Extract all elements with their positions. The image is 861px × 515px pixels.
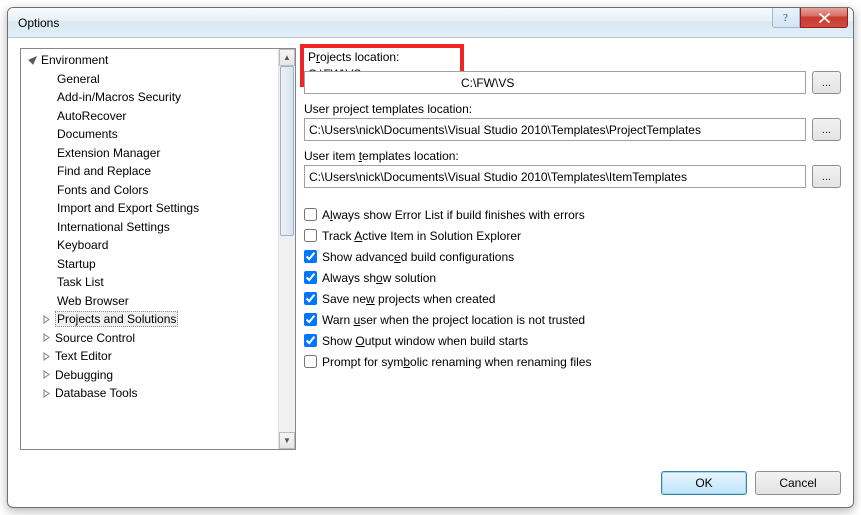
checkbox-row[interactable]: Always show Error List if build finishes… xyxy=(304,204,841,225)
options-dialog: Options ? Environment General Add-in/Macr… xyxy=(7,7,854,508)
tree-scrollbar[interactable]: ▲ ▼ xyxy=(278,49,295,449)
dialog-button-bar: OK Cancel xyxy=(8,463,853,507)
checkbox-row[interactable]: Show advanced build configurations xyxy=(304,246,841,267)
tree-item-label: Startup xyxy=(57,257,96,271)
checkbox-row[interactable]: Track Active Item in Solution Explorer xyxy=(304,225,841,246)
close-button[interactable] xyxy=(800,8,848,28)
expand-icon[interactable] xyxy=(39,368,53,382)
collapse-icon[interactable] xyxy=(25,53,39,67)
checkbox-row[interactable]: Show Output window when build starts xyxy=(304,330,841,351)
tree-item-projects-and-solutions[interactable]: Projects and Solutions xyxy=(21,310,278,329)
checkbox-row[interactable]: Save new projects when created xyxy=(304,288,841,309)
expand-icon[interactable] xyxy=(39,312,53,326)
checkbox[interactable] xyxy=(304,208,317,221)
checkbox-label: Always show solution xyxy=(322,271,436,285)
tree-item-label: General xyxy=(57,72,100,86)
tree-item-env-child[interactable]: Documents xyxy=(21,125,278,144)
projects-location-label: Projects location: xyxy=(308,50,456,64)
svg-text:?: ? xyxy=(783,12,788,23)
tree-item-env-child[interactable]: Add-in/Macros Security xyxy=(21,88,278,107)
scroll-track[interactable] xyxy=(279,66,295,432)
tree-item-label: International Settings xyxy=(57,220,170,234)
tree-item-label: Add-in/Macros Security xyxy=(57,90,181,104)
titlebar: Options ? xyxy=(8,8,853,38)
ok-button[interactable]: OK xyxy=(661,471,747,495)
scroll-up-button[interactable]: ▲ xyxy=(279,49,295,66)
tree-item-label: Documents xyxy=(57,127,118,141)
tree-item-environment[interactable]: Environment xyxy=(21,51,278,70)
tree-item-database-tools[interactable]: Database Tools xyxy=(21,384,278,403)
tree-item-env-child[interactable]: Fonts and Colors xyxy=(21,181,278,200)
tree-item-env-child[interactable]: Find and Replace xyxy=(21,162,278,181)
browse-project-templates-button[interactable]: ... xyxy=(812,118,841,141)
tree-item-env-child[interactable]: International Settings xyxy=(21,218,278,237)
checkbox[interactable] xyxy=(304,271,317,284)
user-project-templates-input[interactable] xyxy=(304,118,806,141)
tree-item-label: Fonts and Colors xyxy=(57,183,148,197)
tree-item-env-child[interactable]: Keyboard xyxy=(21,236,278,255)
checkbox[interactable] xyxy=(304,313,317,326)
tree-item-env-child[interactable]: Import and Export Settings xyxy=(21,199,278,218)
tree-item-source-control[interactable]: Source Control xyxy=(21,329,278,348)
checkbox-row[interactable]: Always show solution xyxy=(304,267,841,288)
tree-item-env-child[interactable]: Startup xyxy=(21,255,278,274)
tree-item-env-child[interactable]: Task List xyxy=(21,273,278,292)
tree-item-label: Task List xyxy=(57,275,104,289)
checkbox[interactable] xyxy=(304,355,317,368)
tree-item-env-child[interactable]: AutoRecover xyxy=(21,107,278,126)
expand-icon[interactable] xyxy=(39,331,53,345)
user-project-templates-label: User project templates location: xyxy=(304,102,841,116)
tree-item-label: Find and Replace xyxy=(57,164,151,178)
scroll-thumb[interactable] xyxy=(280,66,294,236)
checkbox-label: Show advanced build configurations xyxy=(322,250,514,264)
browse-item-templates-button[interactable]: ... xyxy=(812,165,841,188)
checkbox-row[interactable]: Prompt for symbolic renaming when renami… xyxy=(304,351,841,372)
help-button[interactable]: ? xyxy=(772,8,800,28)
checkbox[interactable] xyxy=(304,334,317,347)
tree-item-env-child[interactable]: Web Browser xyxy=(21,292,278,311)
expand-icon[interactable] xyxy=(39,349,53,363)
expand-icon[interactable] xyxy=(39,386,53,400)
checkbox[interactable] xyxy=(304,229,317,242)
settings-panel: Projects location: C:\FW\VS ... User pro… xyxy=(304,48,841,453)
tree-item-env-child[interactable]: Extension Manager xyxy=(21,144,278,163)
tree-item-debugging[interactable]: Debugging xyxy=(21,366,278,385)
tree-item-text-editor[interactable]: Text Editor xyxy=(21,347,278,366)
window-title: Options xyxy=(18,16,59,30)
user-item-templates-input[interactable] xyxy=(304,165,806,188)
checkbox[interactable] xyxy=(304,292,317,305)
browse-projects-location-button[interactable]: ... xyxy=(812,71,841,94)
options-tree[interactable]: Environment General Add-in/Macros Securit… xyxy=(20,48,296,450)
checkbox-row[interactable]: Warn user when the project location is n… xyxy=(304,309,841,330)
scroll-down-button[interactable]: ▼ xyxy=(279,432,295,449)
tree-item-label: Web Browser xyxy=(57,294,129,308)
checkbox-label: Track Active Item in Solution Explorer xyxy=(322,229,521,243)
cancel-button[interactable]: Cancel xyxy=(755,471,841,495)
checkbox-label: Prompt for symbolic renaming when renami… xyxy=(322,355,591,369)
projects-location-input[interactable] xyxy=(304,71,806,94)
checkbox-label: Warn user when the project location is n… xyxy=(322,313,585,327)
checkbox-label: Save new projects when created xyxy=(322,292,495,306)
checkbox-label: Show Output window when build starts xyxy=(322,334,528,348)
user-item-templates-label: User item templates location: xyxy=(304,149,841,163)
tree-item-label: AutoRecover xyxy=(57,109,126,123)
tree-item-label: Keyboard xyxy=(57,238,108,252)
checkbox[interactable] xyxy=(304,250,317,263)
tree-item-label: Import and Export Settings xyxy=(57,201,199,215)
tree-item-label: Extension Manager xyxy=(57,146,160,160)
checkbox-label: Always show Error List if build finishes… xyxy=(322,208,585,222)
tree-item-env-child[interactable]: General xyxy=(21,70,278,89)
